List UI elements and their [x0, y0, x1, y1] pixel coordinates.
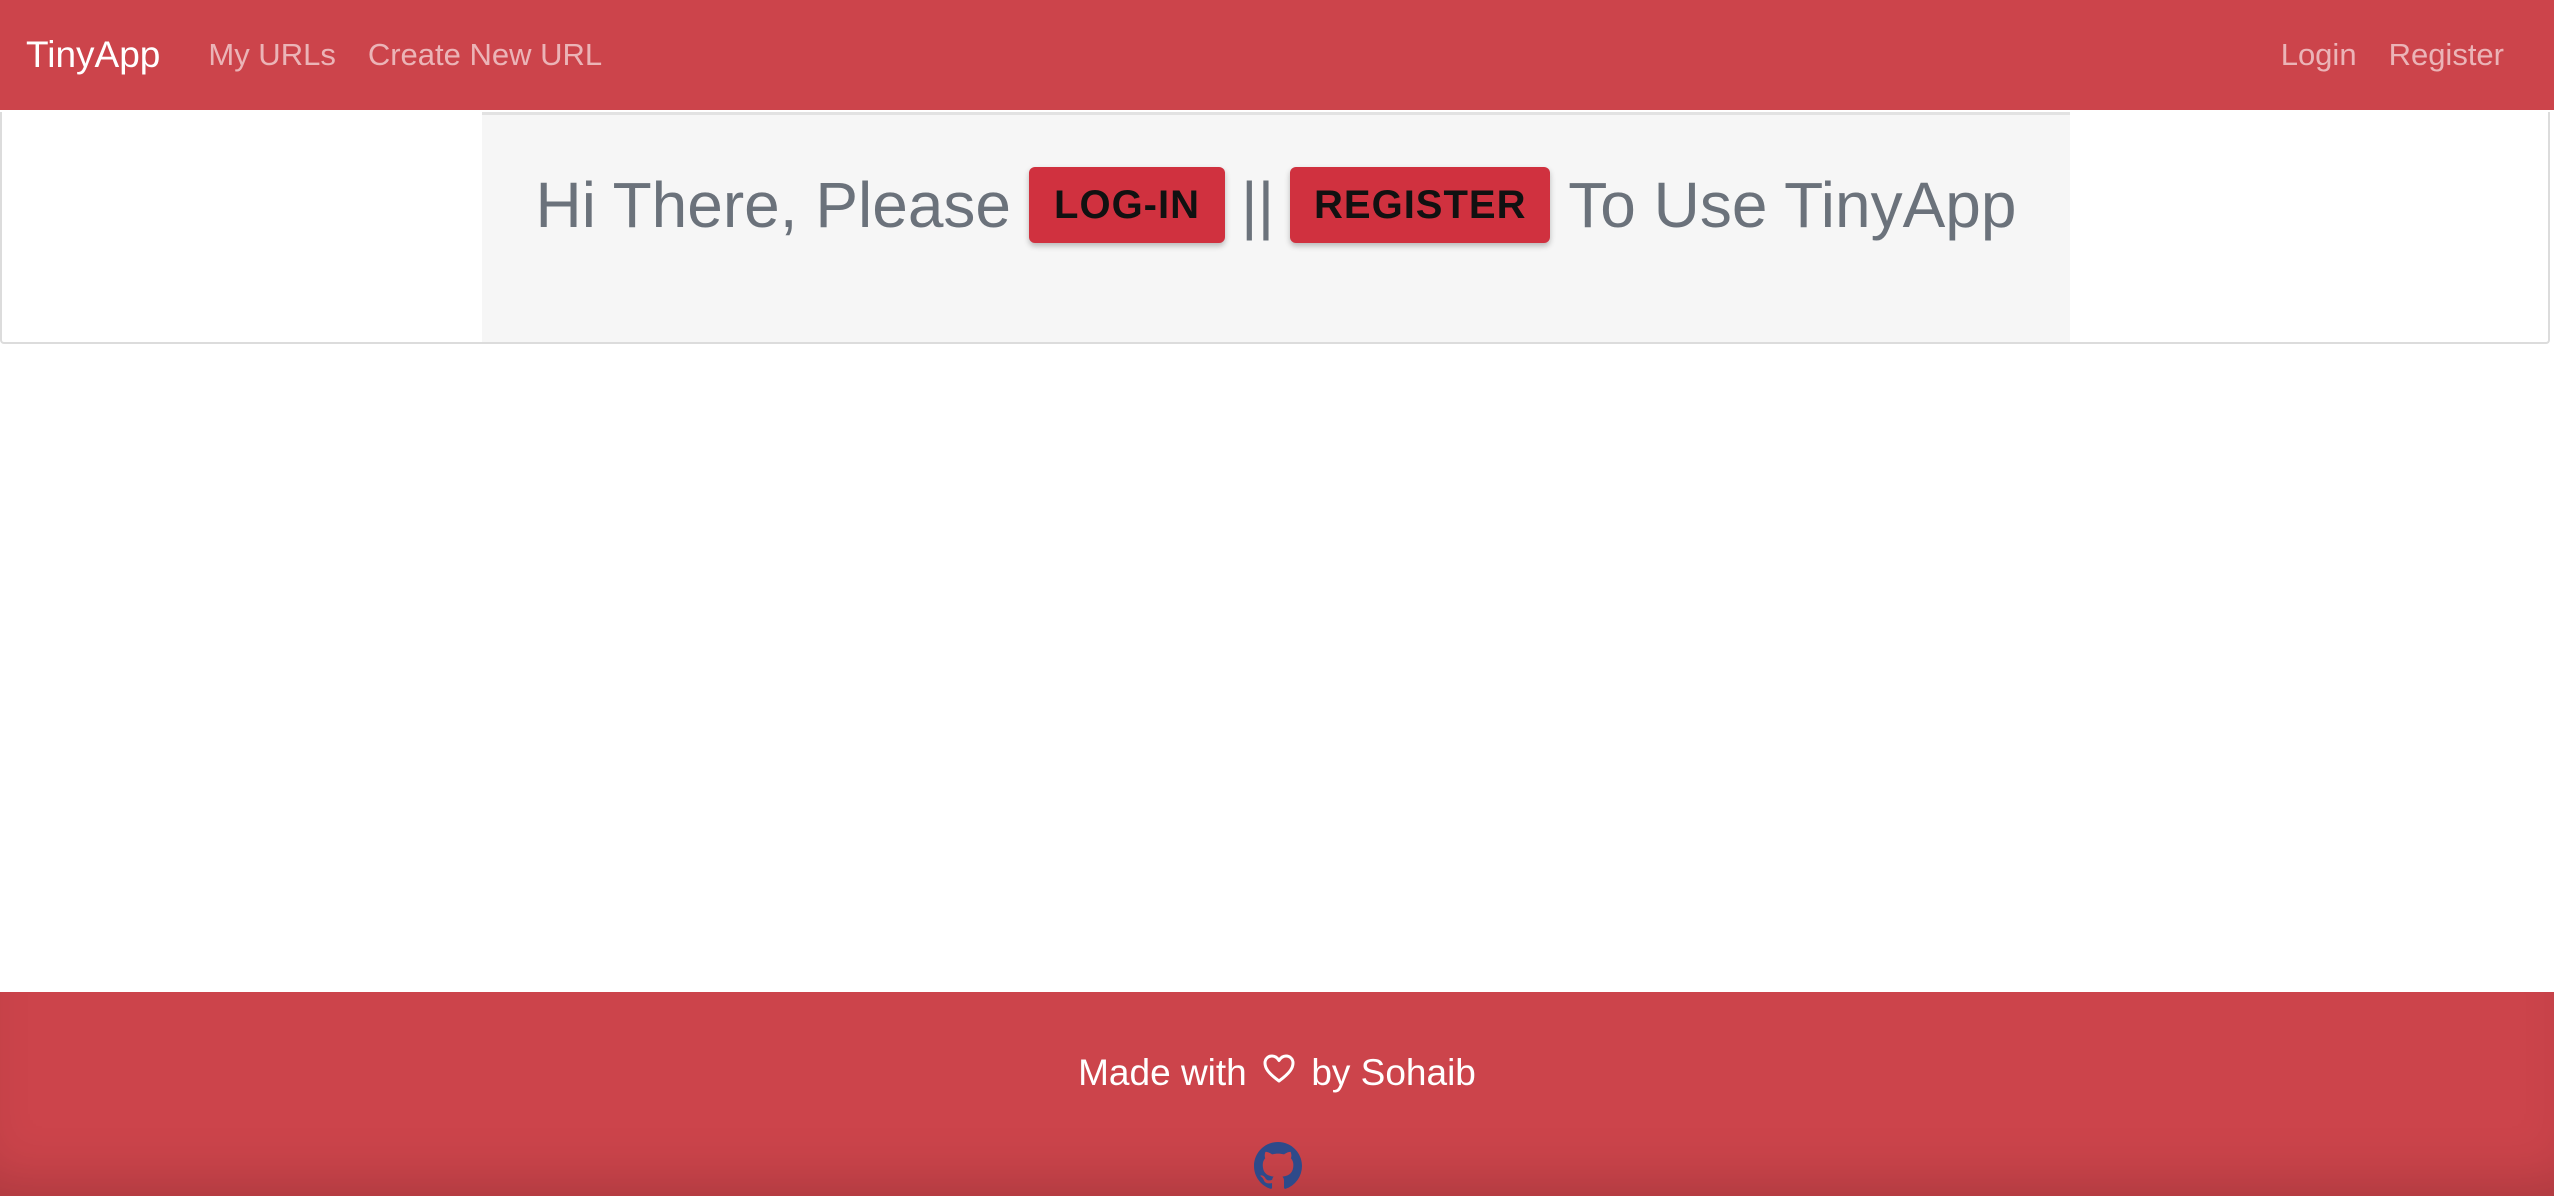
main-card: Hi There, Please LOG-IN || REGISTER To U…: [0, 112, 2550, 344]
heading-text-before: Hi There, Please: [535, 169, 1012, 241]
nav-login-link[interactable]: Login: [2281, 37, 2357, 73]
footer-made-with-text: Made with: [1078, 1052, 1247, 1093]
footer-credit: Made with by Sohaib: [0, 1052, 2554, 1096]
login-button[interactable]: LOG-IN: [1029, 167, 1226, 243]
top-navbar: TinyApp My URLs Create New URL Login Reg…: [0, 0, 2554, 110]
heading-separator: ||: [1241, 169, 1275, 241]
github-icon[interactable]: [1254, 1142, 1302, 1190]
nav-create-new-url-link[interactable]: Create New URL: [368, 37, 602, 73]
nav-register-link[interactable]: Register: [2389, 37, 2504, 73]
welcome-heading: Hi There, Please LOG-IN || REGISTER To U…: [482, 167, 2070, 243]
nav-right-group: Login Register: [2249, 37, 2528, 73]
brand-link[interactable]: TinyApp: [26, 34, 160, 76]
nav-my-urls-link[interactable]: My URLs: [208, 37, 335, 73]
jumbotron: Hi There, Please LOG-IN || REGISTER To U…: [482, 112, 2070, 342]
heading-text-after: To Use TinyApp: [1568, 169, 2017, 241]
footer: Made with by Sohaib: [0, 992, 2554, 1196]
register-button[interactable]: REGISTER: [1290, 167, 1551, 243]
footer-author-text: by Sohaib: [1311, 1052, 1476, 1093]
heart-icon: [1263, 1051, 1295, 1093]
